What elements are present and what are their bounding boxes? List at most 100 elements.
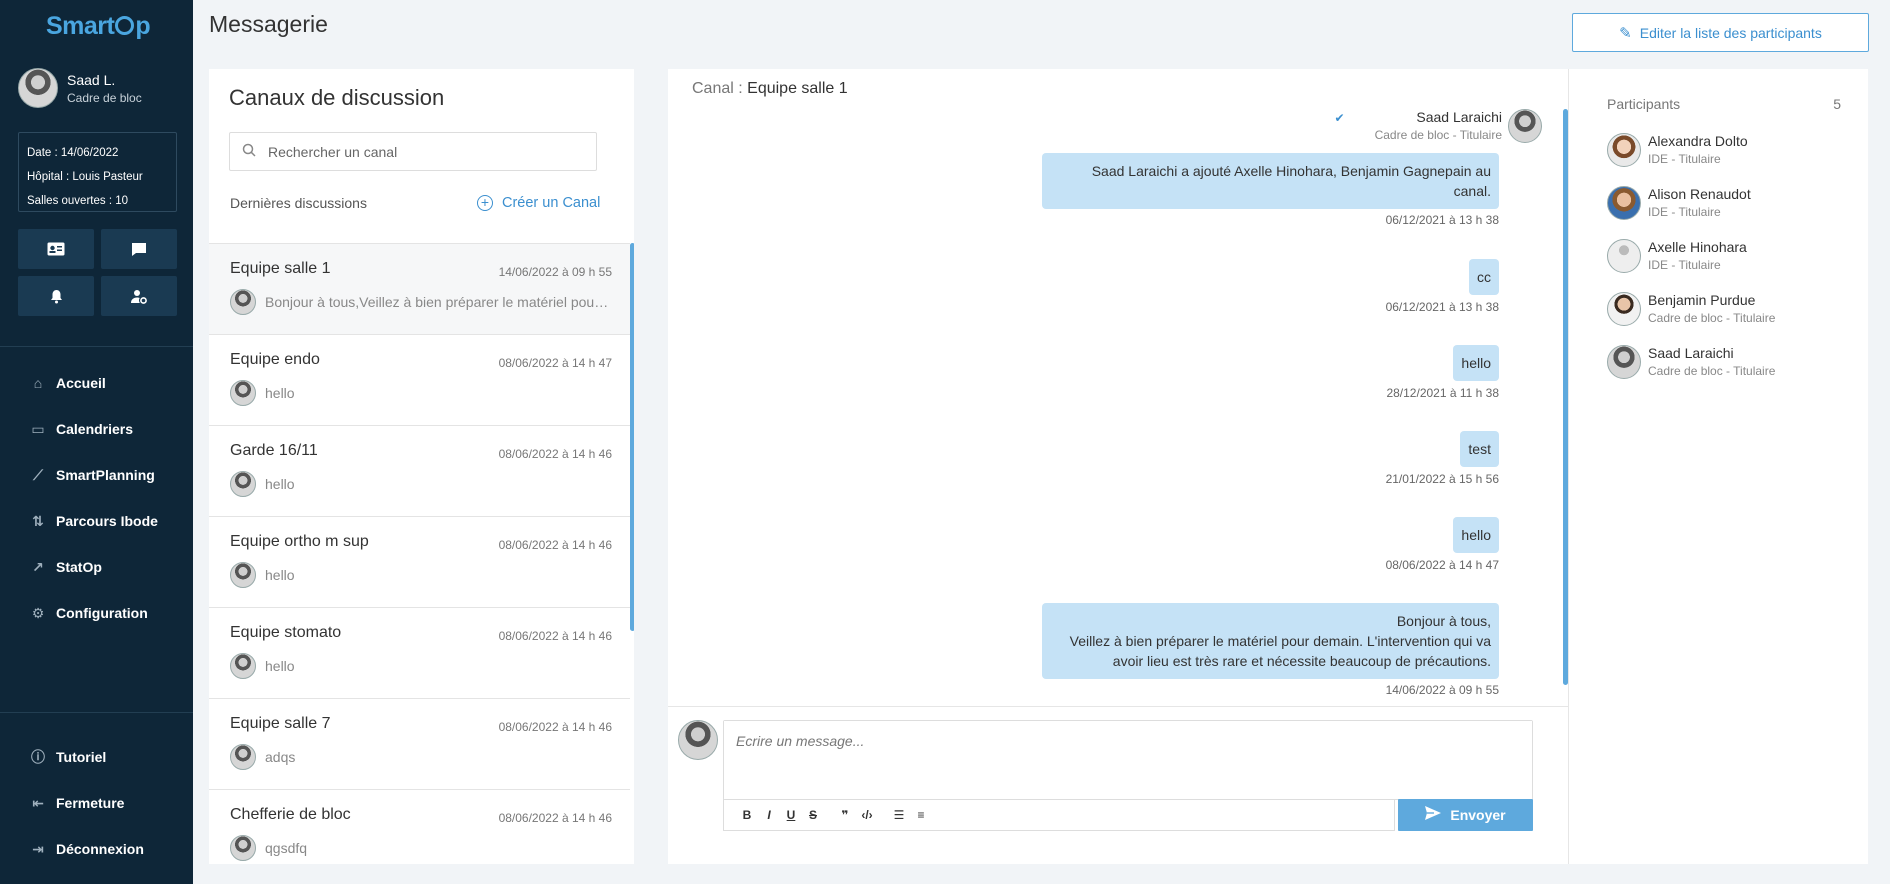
hospital-info: Hôpital : Louis Pasteur xyxy=(27,171,143,183)
nav-item-configuration[interactable]: ⚙ Configuration xyxy=(0,590,193,636)
edit-participants-button[interactable]: ✎ Editer la liste des participants xyxy=(1572,13,1869,52)
search-input[interactable] xyxy=(268,143,568,160)
page-title: Messagerie xyxy=(209,11,328,37)
message-bubble: Saad Laraichi a ajouté Axelle Hinohara, … xyxy=(1042,153,1499,209)
code-icon[interactable]: ‹/› xyxy=(856,808,878,822)
app-logo[interactable]: Smart p xyxy=(46,12,151,41)
channel-item[interactable]: Equipe ortho m sup 08/06/2022 à 14 h 46 … xyxy=(209,516,630,607)
channel-list-scrollbar[interactable] xyxy=(630,243,634,631)
participants-title: Participants xyxy=(1607,96,1681,112)
path-icon: ⇅ xyxy=(32,512,44,529)
channel-search[interactable] xyxy=(229,132,597,171)
ordered-list-icon[interactable]: ☰ xyxy=(888,808,910,822)
channel-preview: hello xyxy=(265,567,295,583)
nav-item-smartplanning[interactable]: ⟋ SmartPlanning xyxy=(0,452,193,498)
avatar xyxy=(1607,132,1641,167)
channel-item[interactable]: Chefferie de bloc 08/06/2022 à 14 h 46 q… xyxy=(209,789,630,864)
nav-item-deconnexion[interactable]: ⇥ Déconnexion xyxy=(0,826,193,872)
participant-item[interactable]: Benjamin Purdue Cadre de bloc - Titulaire xyxy=(1607,282,1841,335)
message-time: 21/01/2022 à 15 h 56 xyxy=(1385,472,1499,486)
bullet-list-icon[interactable]: ≡ xyxy=(910,808,932,822)
channel-preview: adqs xyxy=(265,749,296,765)
avatar xyxy=(1607,291,1641,326)
bold-icon[interactable]: B xyxy=(736,808,758,822)
rooms-info: Salles ouvertes : 10 xyxy=(27,195,129,207)
create-channel-button[interactable]: + Créer un Canal xyxy=(477,195,600,211)
paper-plane-icon xyxy=(1425,806,1442,824)
sidebar-divider xyxy=(0,712,193,713)
user-gear-icon xyxy=(131,289,147,304)
avatar xyxy=(18,68,58,108)
notifications-button[interactable] xyxy=(18,276,94,316)
chart-line-icon: ↗ xyxy=(32,558,44,575)
channel-preview: hello xyxy=(265,385,295,401)
send-button[interactable]: Envoyer xyxy=(1398,799,1533,831)
message-bubble: cc xyxy=(1469,259,1499,295)
nav-item-parcours-ibode[interactable]: ⇅ Parcours Ibode xyxy=(0,498,193,544)
avatar xyxy=(678,720,718,760)
message-time: 28/12/2021 à 11 h 38 xyxy=(1386,386,1499,400)
date-info: Date : 14/06/2022 xyxy=(27,147,119,159)
sender-role: Cadre de bloc - Titulaire xyxy=(1374,128,1502,142)
message-composer xyxy=(723,720,1533,800)
nav-item-tutoriel[interactable]: ⓘ Tutoriel xyxy=(0,734,193,780)
channel-preview: hello xyxy=(265,476,295,492)
chat-button[interactable] xyxy=(101,229,177,269)
channel-date: 14/06/2022 à 09 h 55 xyxy=(498,265,612,279)
participant-item[interactable]: Saad Laraichi Cadre de bloc - Titulaire xyxy=(1607,335,1841,388)
nav-item-statop[interactable]: ↗ StatOp xyxy=(0,544,193,590)
calendar-icon: ▭ xyxy=(31,420,45,437)
channel-date: 08/06/2022 à 14 h 46 xyxy=(498,811,612,825)
magic-wand-icon: ⟋ xyxy=(33,466,43,483)
channel-item[interactable]: Equipe salle 7 08/06/2022 à 14 h 46 adqs xyxy=(209,698,630,789)
strikethrough-icon[interactable]: S xyxy=(802,808,824,822)
underline-icon[interactable]: U xyxy=(780,808,802,822)
participants-list: Alexandra Dolto IDE - Titulaire Alison Re… xyxy=(1607,123,1841,388)
gear-icon: ⚙ xyxy=(31,604,45,621)
contact-card-button[interactable] xyxy=(18,229,94,269)
avatar xyxy=(1607,344,1641,379)
user-settings-button[interactable] xyxy=(101,276,177,316)
participants-header: Participants 5 xyxy=(1607,96,1841,112)
user-profile[interactable]: Saad L. Cadre de bloc xyxy=(18,68,142,108)
nav-item-accueil[interactable]: ⌂ Accueil xyxy=(0,360,193,406)
sidebar: Smart p Saad L. Cadre de bloc Date : 14/0… xyxy=(0,0,193,884)
participant-role: Cadre de bloc - Titulaire xyxy=(1648,311,1776,325)
avatar xyxy=(230,562,256,588)
channel-item[interactable]: Equipe endo 08/06/2022 à 14 h 47 hello xyxy=(209,334,630,425)
message-time: 14/06/2022 à 09 h 55 xyxy=(1385,683,1499,697)
bottom-nav: ⓘ Tutoriel ⇤ Fermeture ⇥ Déconnexion xyxy=(0,734,193,872)
participant-item[interactable]: Alexandra Dolto IDE - Titulaire xyxy=(1607,123,1841,176)
participants-panel: Participants 5 Alexandra Dolto IDE - Titu… xyxy=(1568,69,1868,864)
channel-item[interactable]: Equipe salle 1 14/06/2022 à 09 h 55 Bonj… xyxy=(209,243,630,334)
participant-item[interactable]: Alison Renaudot IDE - Titulaire xyxy=(1607,176,1841,229)
channel-item[interactable]: Equipe stomato 08/06/2022 à 14 h 46 hell… xyxy=(209,607,630,698)
user-name: Saad L. xyxy=(67,71,116,88)
message-input[interactable] xyxy=(724,721,1532,799)
channel-preview: hello xyxy=(265,658,295,674)
user-role: Cadre de bloc xyxy=(67,90,142,105)
chat-icon xyxy=(132,242,146,256)
avatar xyxy=(230,289,256,315)
participants-count: 5 xyxy=(1833,96,1841,112)
avatar xyxy=(230,653,256,679)
participant-name: Axelle Hinohara xyxy=(1648,239,1747,255)
nav-item-fermeture[interactable]: ⇤ Fermeture xyxy=(0,780,193,826)
channel-item[interactable]: Garde 16/11 08/06/2022 à 14 h 46 hello xyxy=(209,425,630,516)
channel-date: 08/06/2022 à 14 h 46 xyxy=(498,629,612,643)
avatar xyxy=(1508,109,1542,143)
channels-title: Canaux de discussion xyxy=(229,85,445,110)
quick-actions xyxy=(18,229,177,316)
channel-header: Canal : Equipe salle 1 xyxy=(692,80,848,97)
participant-name: Alexandra Dolto xyxy=(1648,133,1748,149)
channel-date: 08/06/2022 à 14 h 47 xyxy=(498,356,612,370)
participant-item[interactable]: Axelle Hinohara IDE - Titulaire xyxy=(1607,229,1841,282)
collapse-icon: ⇤ xyxy=(32,794,44,811)
italic-icon[interactable]: I xyxy=(758,808,780,822)
message-time: 06/12/2021 à 13 h 38 xyxy=(1385,300,1499,314)
nav-item-calendriers[interactable]: ▭ Calendriers xyxy=(0,406,193,452)
channel-preview: Bonjour à tous,Veillez à bien préparer l… xyxy=(265,294,610,310)
message-bubble: hello xyxy=(1453,345,1499,381)
quote-icon[interactable]: ❞ xyxy=(834,808,856,822)
participant-name: Alison Renaudot xyxy=(1648,186,1751,202)
